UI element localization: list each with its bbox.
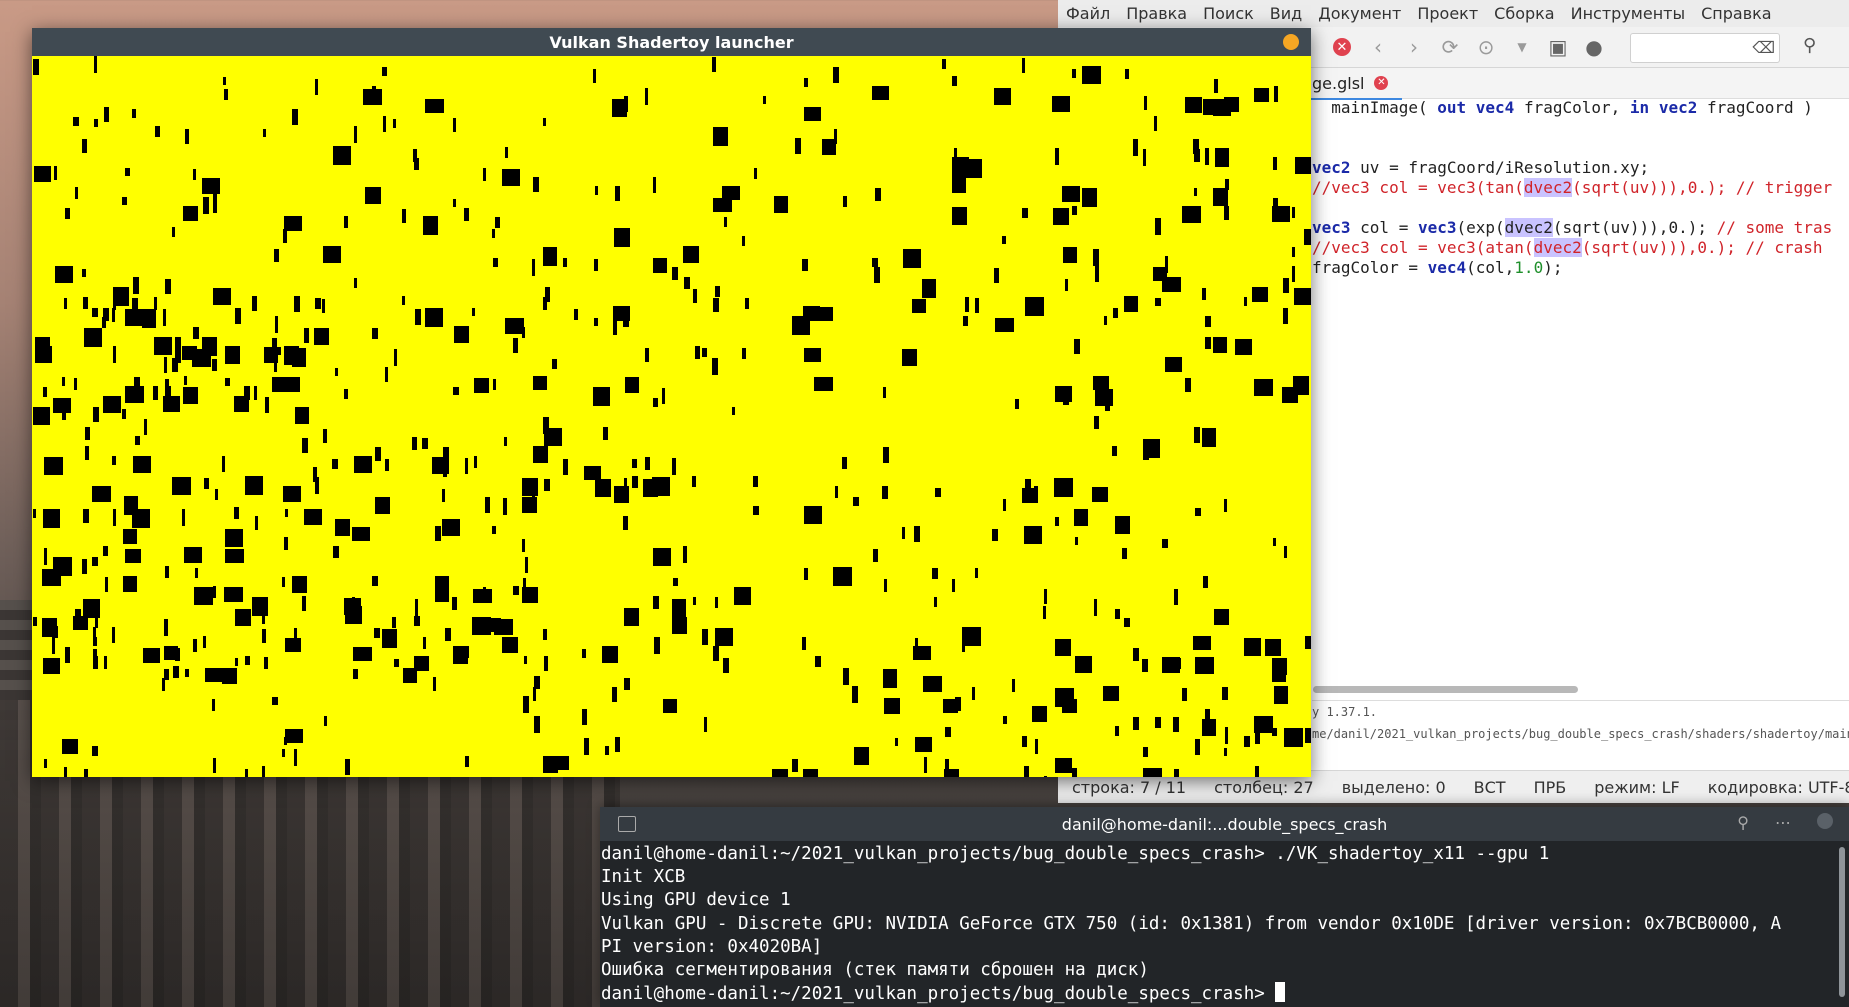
- code-token: (exp(: [1456, 218, 1505, 237]
- code-token: );: [1543, 258, 1563, 277]
- forward-icon[interactable]: ›: [1400, 33, 1428, 61]
- message-line: y 1.37.1.: [1312, 705, 1378, 719]
- code-token: mainImage(: [1321, 98, 1438, 117]
- terminal-cursor: [1275, 982, 1286, 1003]
- clear-icon[interactable]: ⌫: [1752, 38, 1775, 57]
- status-indent: ПРБ: [1533, 777, 1567, 797]
- terminal-icon[interactable]: [618, 816, 636, 832]
- status-insert-mode: ВСТ: [1473, 777, 1506, 797]
- tab-label: ge.glsl: [1312, 73, 1365, 93]
- code-token: //vec3 col = vec3(tan(: [1312, 178, 1524, 197]
- code-token: vec3: [1312, 218, 1351, 237]
- menu-tools[interactable]: Инструменты: [1563, 4, 1694, 23]
- search-icon[interactable]: ⚲: [1737, 813, 1749, 832]
- status-encoding: кодировка: UTF-8: [1707, 777, 1849, 797]
- code-line: vec3 col = vec3(exp(dvec2(sqrt(uv))),0.)…: [1312, 218, 1849, 238]
- code-line: //vec3 col = vec3(tan(dvec2(sqrt(uv))),0…: [1312, 178, 1849, 198]
- message-panel: y 1.37.1. me/danil/2021_vulkan_projects/…: [1312, 700, 1849, 771]
- code-token: // some tras: [1716, 218, 1833, 237]
- menu-build[interactable]: Сборка: [1486, 4, 1562, 23]
- reload-icon[interactable]: ⟳: [1436, 33, 1464, 61]
- code-token: (sqrt(uv))),0.);: [1552, 218, 1717, 237]
- menu-project[interactable]: Проект: [1409, 4, 1486, 23]
- code-token: fragColor =: [1312, 258, 1428, 277]
- dropdown-icon[interactable]: ▼: [1508, 33, 1536, 61]
- tab-close-icon[interactable]: ✕: [1374, 76, 1389, 90]
- code-token: fragCoord ): [1697, 98, 1813, 117]
- code-token: vec4: [1427, 258, 1467, 277]
- code-token: (col,: [1466, 258, 1515, 277]
- terminal-line: PI version: 0x4020BA]: [601, 936, 823, 957]
- code-token: dvec2: [1523, 178, 1573, 197]
- code-token: //vec3 col = vec3(atan(: [1312, 238, 1534, 257]
- terminal-titlebar[interactable]: danil@home-danil:...double_specs_crash ⚲…: [600, 807, 1849, 841]
- terminal-window: danil@home-danil:...double_specs_crash ⚲…: [600, 807, 1849, 1007]
- code-token: vec2: [1312, 158, 1351, 177]
- code-token: out: [1437, 98, 1467, 117]
- code-token: vec3: [1417, 218, 1457, 237]
- message-line: me/danil/2021_vulkan_projects/bug_double…: [1312, 727, 1849, 741]
- terminal-line: Init XCB: [601, 867, 686, 888]
- close-icon[interactable]: [1817, 813, 1833, 829]
- menu-edit[interactable]: Правка: [1118, 4, 1195, 23]
- code-token: (sqrt(uv))),0.); // crash: [1581, 238, 1823, 257]
- status-line: строка: 7 / 11: [1072, 777, 1187, 797]
- color-icon[interactable]: ●: [1580, 33, 1608, 61]
- tab-image-glsl[interactable]: ge.glsl ✕: [1308, 68, 1403, 100]
- code-line: //vec3 col = vec3(atan(dvec2(sqrt(uv))),…: [1312, 238, 1849, 258]
- vulkan-window: Vulkan Shadertoy launcher: [32, 28, 1311, 777]
- vulkan-window-title: Vulkan Shadertoy launcher: [549, 32, 794, 52]
- terminal-line: Using GPU device 1: [601, 890, 791, 911]
- status-line-ending: режим: LF: [1594, 777, 1680, 797]
- terminal-output[interactable]: danil@home-danil:~/2021_vulkan_projects/…: [601, 843, 1829, 1006]
- code-token: vec2: [1658, 98, 1698, 117]
- code-token: in: [1629, 98, 1650, 117]
- terminal-prompt-line: danil@home-danil:~/2021_vulkan_projects/…: [601, 982, 1829, 1006]
- close-icon: ✕: [1333, 38, 1351, 56]
- menu-view[interactable]: Вид: [1262, 4, 1310, 23]
- terminal-line: danil@home-danil:~/2021_vulkan_projects/…: [601, 844, 1550, 864]
- terminal-title: danil@home-danil:...double_specs_crash: [1061, 814, 1388, 834]
- code-token: 1.0: [1514, 258, 1544, 277]
- code-line: fragColor = vec4(col,1.0);: [1312, 258, 1849, 278]
- run-icon[interactable]: ⊙: [1472, 33, 1500, 61]
- search-input[interactable]: ⌫: [1630, 33, 1780, 63]
- menu-document[interactable]: Документ: [1310, 4, 1409, 23]
- menu-search[interactable]: Поиск: [1195, 4, 1262, 23]
- window-close-icon[interactable]: [1283, 34, 1299, 50]
- code-token: col =: [1350, 218, 1418, 237]
- code-line: vec2 uv = fragCoord/iResolution.xy;: [1312, 158, 1849, 178]
- code-token: (sqrt(uv))),0.); // trigger: [1572, 178, 1833, 197]
- terminal-line: Vulkan GPU - Discrete GPU: NVIDIA GeForc…: [601, 913, 1782, 934]
- status-column: столбец: 27: [1214, 777, 1314, 797]
- terminal-scrollbar[interactable]: [1839, 847, 1845, 997]
- code-token: dvec2: [1533, 238, 1582, 257]
- panel-icon[interactable]: ▣: [1544, 33, 1572, 61]
- vulkan-titlebar[interactable]: Vulkan Shadertoy launcher: [32, 28, 1311, 56]
- code-line: mainImage( out vec4 fragColor, in vec2 f…: [1312, 98, 1849, 118]
- menubar: Файл Правка Поиск Вид Документ Проект Сб…: [1058, 0, 1849, 27]
- search-icon[interactable]: ⚲: [1803, 35, 1816, 56]
- code-token: vec4: [1475, 98, 1515, 117]
- terminal-prompt: danil@home-danil:~/2021_vulkan_projects/…: [601, 984, 1276, 1005]
- code-token: dvec2: [1504, 218, 1553, 237]
- menu-file[interactable]: Файл: [1058, 4, 1118, 23]
- code-token: uv = fragCoord/iResolution.xy;: [1350, 158, 1650, 177]
- terminal-line: Ошибка сегментирования (стек памяти сбро…: [601, 960, 1149, 981]
- menu-help[interactable]: Справка: [1693, 4, 1780, 23]
- menu-icon[interactable]: ⋯: [1775, 813, 1791, 832]
- close-document-button[interactable]: ✕: [1328, 33, 1356, 61]
- back-icon[interactable]: ‹: [1364, 33, 1392, 61]
- horizontal-scrollbar[interactable]: [1313, 686, 1578, 693]
- code-editor[interactable]: mainImage( out vec4 fragColor, in vec2 f…: [1312, 98, 1849, 688]
- shader-output-canvas[interactable]: [32, 56, 1311, 777]
- status-selected: выделено: 0: [1341, 777, 1446, 797]
- code-token: fragColor,: [1514, 98, 1630, 117]
